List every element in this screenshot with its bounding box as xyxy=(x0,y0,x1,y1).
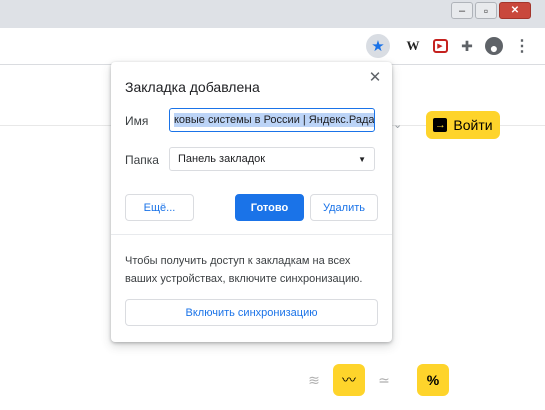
close-icon: ✕ xyxy=(368,69,382,86)
trend-icon: ≃ xyxy=(378,371,390,388)
close-window-button[interactable]: ✕ xyxy=(499,2,531,19)
more-button[interactable]: Ещё... xyxy=(125,194,194,221)
bookmark-name-value: ковые системы в России | Яндекс.Радар xyxy=(174,113,374,127)
folder-value: Панель закладок xyxy=(178,153,266,165)
kebab-menu-icon: ⋮ xyxy=(514,38,530,55)
minimize-icon: – xyxy=(458,4,466,17)
close-icon: ✕ xyxy=(510,5,520,16)
name-label: Имя xyxy=(125,114,149,128)
chevron-down-icon[interactable]: ⌄ xyxy=(393,118,402,131)
extensions-button[interactable]: ✚ xyxy=(457,36,477,56)
dialog-divider xyxy=(111,234,392,235)
red-extension-icon: ▶ xyxy=(432,39,448,53)
percent-button[interactable]: % xyxy=(417,364,449,396)
maximize-icon: ▫ xyxy=(483,3,489,18)
dialog-title: Закладка добавлена xyxy=(125,79,260,95)
puzzle-icon: ✚ xyxy=(461,37,473,54)
bookmark-star-button[interactable]: ★ xyxy=(366,34,390,58)
done-button[interactable]: Готово xyxy=(235,194,304,221)
login-label: Войти xyxy=(453,117,493,133)
w-extension-icon: W xyxy=(406,38,420,53)
avatar-icon: ● xyxy=(485,37,503,55)
filter-icon: ≋ xyxy=(308,371,320,388)
enable-sync-button[interactable]: Включить синхронизацию xyxy=(125,299,378,326)
folder-select[interactable]: Панель закладок ▼ xyxy=(169,147,375,171)
bookmark-dialog: Закладка добавлена ✕ Имя ковые системы в… xyxy=(111,62,392,342)
chart-button[interactable]: 〰 xyxy=(333,364,365,396)
maximize-button[interactable]: ▫ xyxy=(475,2,497,19)
sync-promo-text: Чтобы получить доступ к закладкам на все… xyxy=(125,255,363,285)
filter-button[interactable]: ≋ xyxy=(298,364,330,396)
browser-toolbar: ★ W ▶ ✚ ● ⋮ xyxy=(0,28,545,65)
extension-w-button[interactable]: W xyxy=(403,36,423,56)
window-titlebar: – ▫ ✕ xyxy=(0,0,545,28)
profile-button[interactable]: ● xyxy=(484,36,504,56)
chart-icon: 〰 xyxy=(342,372,356,388)
bookmark-name-input[interactable]: ковые системы в России | Яндекс.Радар xyxy=(169,108,375,132)
folder-label: Папка xyxy=(125,153,159,167)
login-icon: → xyxy=(433,118,448,132)
dropdown-arrow-icon: ▼ xyxy=(358,154,366,164)
trend-button[interactable]: ≃ xyxy=(368,364,400,396)
dialog-close-button[interactable]: ✕ xyxy=(366,68,384,86)
percent-icon: % xyxy=(426,372,440,388)
browser-menu-button[interactable]: ⋮ xyxy=(512,36,532,56)
minimize-button[interactable]: – xyxy=(451,2,473,19)
extension-red-button[interactable]: ▶ xyxy=(430,36,450,56)
login-button[interactable]: → Войти xyxy=(426,111,500,139)
star-icon: ★ xyxy=(371,38,385,55)
delete-button[interactable]: Удалить xyxy=(310,194,378,221)
